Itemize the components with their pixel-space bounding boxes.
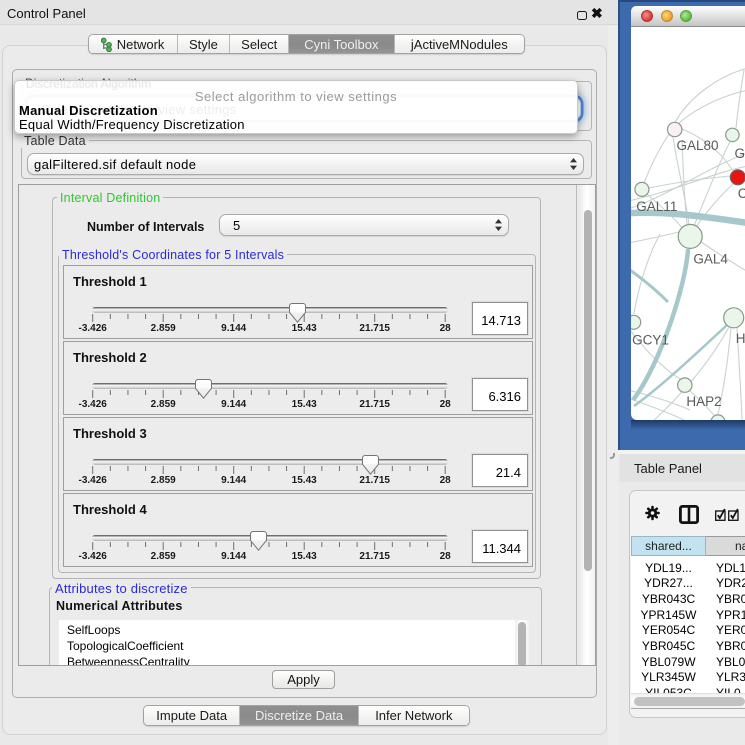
svg-text:HI: HI xyxy=(736,331,745,346)
svg-text:GA: GA xyxy=(735,146,745,161)
svg-text:GAL4: GAL4 xyxy=(693,252,728,267)
svg-text:GAL11: GAL11 xyxy=(636,199,677,214)
svg-text:GAL80: GAL80 xyxy=(677,138,719,153)
svg-text:GCY1: GCY1 xyxy=(632,333,669,348)
svg-text:C: C xyxy=(738,186,745,201)
svg-text:HAP2: HAP2 xyxy=(686,394,721,409)
